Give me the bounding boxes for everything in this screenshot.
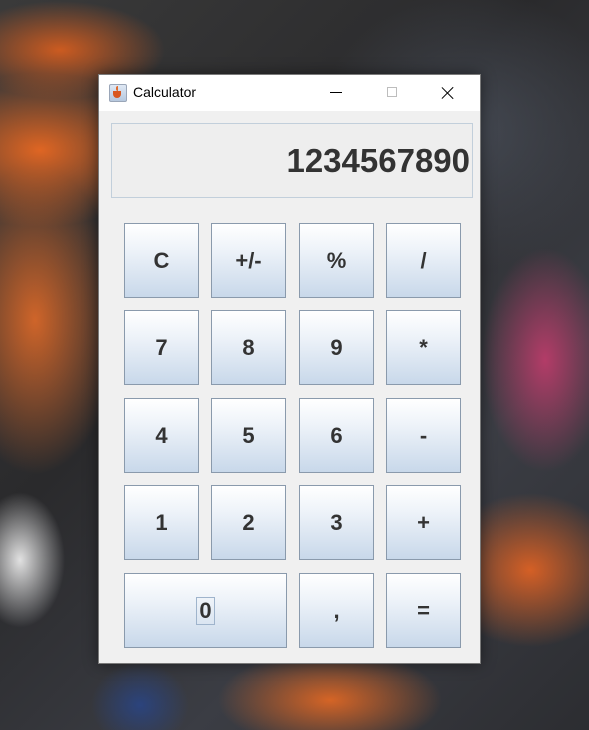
digit-8-label: 8 [242, 334, 255, 360]
digit-4-button[interactable]: 4 [124, 398, 199, 473]
add-label: + [417, 509, 430, 535]
digit-3-label: 3 [330, 509, 343, 535]
digit-5-button[interactable]: 5 [211, 398, 286, 473]
digit-7-label: 7 [155, 334, 168, 360]
decimal-separator-label: , [333, 597, 340, 623]
divide-label: / [420, 247, 427, 273]
close-button[interactable] [425, 75, 471, 111]
sign-toggle-label: +/- [235, 247, 262, 273]
divide-button[interactable]: / [386, 223, 461, 298]
digit-0-label: 0 [196, 596, 215, 625]
digit-8-button[interactable]: 8 [211, 310, 286, 385]
multiply-button[interactable]: * [386, 310, 461, 385]
digit-2-label: 2 [242, 509, 255, 535]
equals-button[interactable]: = [386, 573, 461, 648]
percent-label: % [326, 247, 347, 273]
digit-9-button[interactable]: 9 [299, 310, 374, 385]
digit-3-button[interactable]: 3 [299, 485, 374, 560]
digit-0-button[interactable]: 0 [124, 573, 287, 648]
window-title: Calculator [133, 84, 197, 100]
title-bar[interactable]: Calculator [99, 75, 480, 111]
digit-7-button[interactable]: 7 [124, 310, 199, 385]
add-button[interactable]: + [386, 485, 461, 560]
clear-button[interactable]: C [124, 223, 199, 298]
subtract-button[interactable]: - [386, 398, 461, 473]
equals-label: = [417, 597, 430, 623]
minimize-button[interactable] [313, 75, 359, 111]
digit-6-button[interactable]: 6 [299, 398, 374, 473]
maximize-button[interactable] [369, 75, 415, 111]
digit-1-button[interactable]: 1 [124, 485, 199, 560]
java-cup-icon [109, 84, 127, 102]
display-value: 1234567890 [286, 142, 470, 179]
digit-9-label: 9 [330, 334, 343, 360]
digit-4-label: 4 [155, 422, 168, 448]
subtract-label: - [419, 422, 428, 448]
minimize-icon [330, 92, 342, 93]
digit-6-label: 6 [330, 422, 343, 448]
maximize-icon [387, 87, 397, 97]
multiply-label: * [419, 334, 428, 360]
clear-button-label: C [153, 247, 170, 273]
digit-2-button[interactable]: 2 [211, 485, 286, 560]
decimal-separator-button[interactable]: , [299, 573, 374, 648]
calculator-display: 1234567890 [111, 123, 473, 198]
close-icon [441, 86, 455, 100]
sign-toggle-button[interactable]: +/- [211, 223, 286, 298]
calculator-window: Calculator 1234567890 C +/- % / 7 8 9 * … [98, 74, 481, 664]
digit-5-label: 5 [242, 422, 255, 448]
digit-1-label: 1 [155, 509, 168, 535]
percent-button[interactable]: % [299, 223, 374, 298]
